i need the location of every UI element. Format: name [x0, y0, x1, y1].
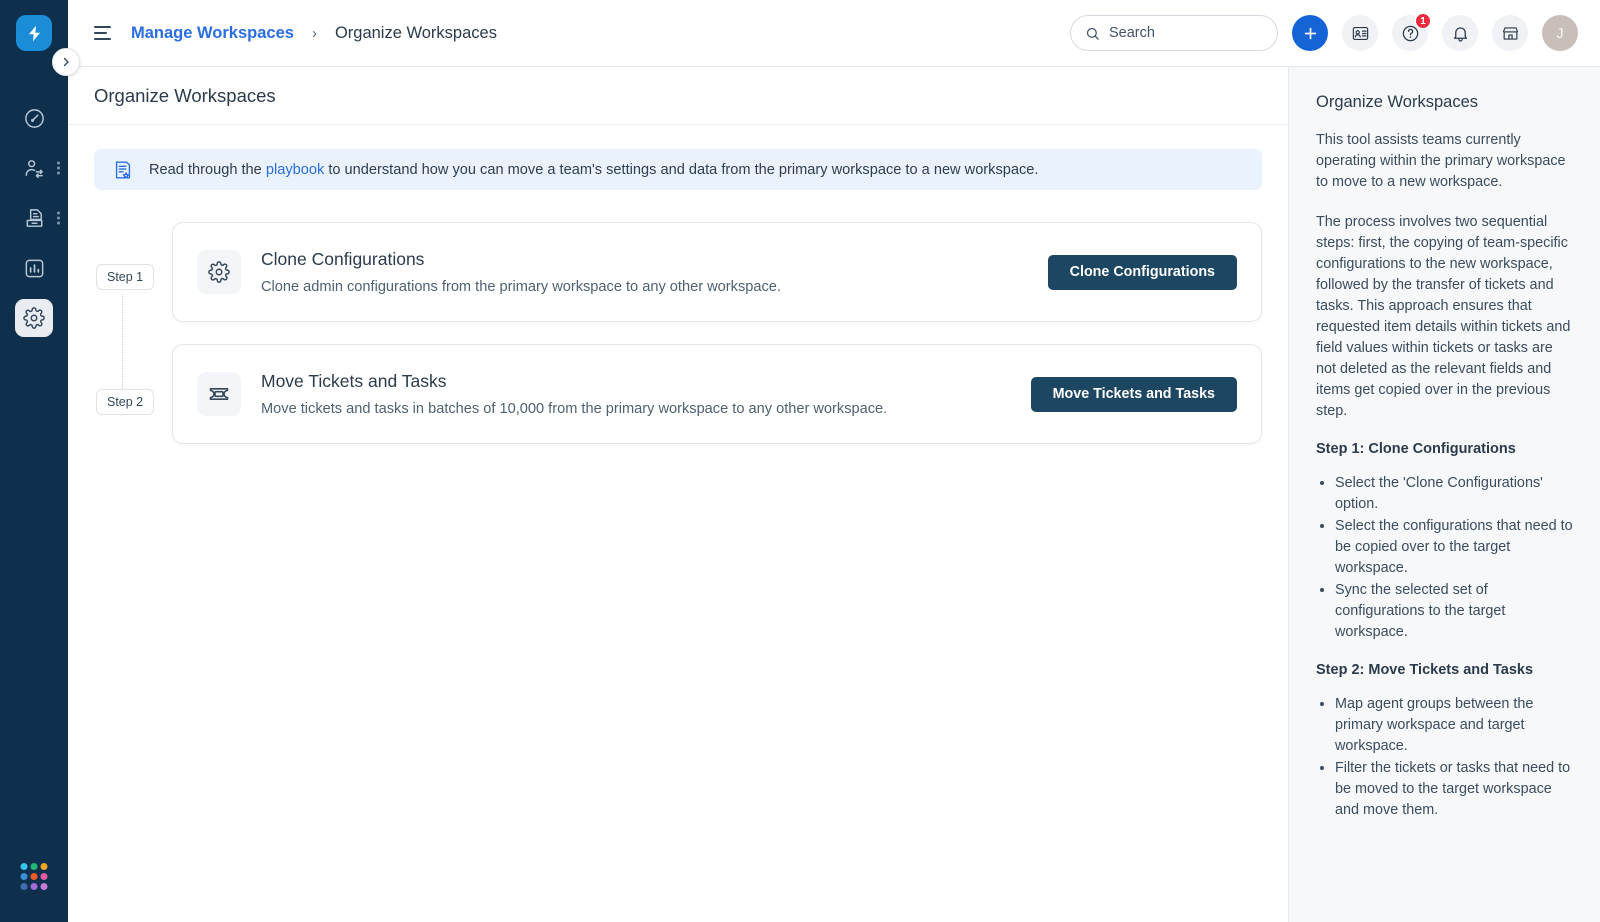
lightning-bolt-icon: [28, 25, 40, 41]
top-bar-actions: 1 J: [1070, 13, 1578, 51]
content-header: Organize Workspaces: [68, 67, 1288, 125]
plus-icon: [1304, 27, 1316, 39]
step-connector-line: [122, 294, 123, 391]
help-button[interactable]: 1: [1392, 13, 1431, 51]
clone-configurations-description: Clone admin configurations from the prim…: [261, 279, 781, 295]
playbook-banner-text: Read through the playbook to understand …: [149, 162, 1038, 178]
sidebar-item-agents[interactable]: [0, 143, 68, 193]
help-badge: 1: [1415, 13, 1431, 29]
step-badge-2: Step 2: [96, 389, 155, 415]
breadcrumb-current: Organize Workspaces: [334, 23, 497, 42]
clone-configurations-card-icon-box: [197, 250, 241, 294]
steps-section: Step 1 Step 2 Clone Configurations Clone…: [94, 222, 1262, 444]
add-new-button[interactable]: [1292, 15, 1328, 51]
move-tickets-button[interactable]: Move Tickets and Tasks: [1030, 376, 1237, 412]
help-step1-heading: Step 1: Clone Configurations: [1316, 441, 1516, 457]
sidebar-item-dashboard[interactable]: [0, 93, 68, 143]
playbook-banner: Read through the playbook to understand …: [94, 149, 1262, 190]
clone-configurations-title: Clone Configurations: [261, 249, 425, 269]
help-step2-bullets: Map agent groups between the primary wor…: [1316, 694, 1573, 821]
contacts-button[interactable]: [1342, 15, 1378, 51]
sidebar-item-documents[interactable]: [0, 193, 68, 243]
step-rail: Step 1 Step 2: [94, 222, 172, 444]
ticket-icon: [209, 388, 229, 400]
left-nav-rail: [0, 0, 80, 922]
sidebar-item-agents-menu[interactable]: [57, 161, 60, 175]
app-root: Manage Workspaces › Organize Workspaces: [0, 0, 1600, 922]
gear-icon: [208, 261, 230, 283]
step-badge-1: Step 1: [96, 264, 155, 290]
agent-switch-icon: [25, 159, 43, 178]
main-column: Manage Workspaces › Organize Workspaces: [68, 0, 1600, 922]
move-tickets-title: Move Tickets and Tasks: [261, 371, 447, 391]
app-grid-icon[interactable]: [20, 863, 48, 890]
store-icon: [1502, 26, 1518, 40]
move-tickets-card-body: Move Tickets and Tasks Move tickets and …: [261, 371, 1031, 417]
playbook-link[interactable]: playbook: [266, 162, 324, 178]
notifications-button[interactable]: [1442, 15, 1478, 51]
page-title: Organize Workspaces: [94, 84, 276, 106]
hamburger-menu-icon[interactable]: [94, 26, 111, 40]
bar-chart-icon: [25, 259, 43, 277]
gear-icon: [23, 307, 45, 329]
body-split: Organize Workspaces Read through the pla…: [68, 67, 1600, 922]
document-archive-icon: [26, 208, 42, 227]
avatar-initial: J: [1556, 25, 1564, 41]
list-item: Select the 'Clone Configurations' option…: [1335, 473, 1573, 515]
sidebar-item-analytics[interactable]: [0, 243, 68, 293]
bell-icon: [1453, 26, 1467, 42]
list-item: Sync the selected set of configurations …: [1335, 580, 1573, 643]
help-panel-title: Organize Workspaces: [1316, 93, 1479, 111]
rail-item-list: [0, 93, 68, 343]
clone-configurations-card-body: Clone Configurations Clone admin configu…: [261, 249, 1048, 295]
move-tickets-description: Move tickets and tasks in batches of 10,…: [261, 401, 888, 417]
list-item: Select the configurations that need to b…: [1335, 516, 1573, 579]
move-tickets-card: Move Tickets and Tasks Move tickets and …: [172, 344, 1262, 444]
help-step1-bullets: Select the 'Clone Configurations' option…: [1316, 473, 1573, 643]
content-area: Organize Workspaces Read through the pla…: [68, 67, 1288, 922]
search-input[interactable]: [1109, 25, 1259, 41]
top-bar: Manage Workspaces › Organize Workspaces: [68, 0, 1600, 67]
sidebar-collapse-toggle[interactable]: [52, 48, 80, 76]
clone-configurations-button[interactable]: Clone Configurations: [1047, 254, 1237, 290]
app-logo[interactable]: [16, 15, 52, 51]
sidebar-item-documents-menu[interactable]: [57, 211, 60, 225]
breadcrumb-separator-icon: ›: [311, 24, 317, 42]
help-step2-heading: Step 2: Move Tickets and Tasks: [1316, 662, 1534, 678]
move-tickets-card-icon-box: [197, 372, 241, 416]
list-item: Map agent groups between the primary wor…: [1335, 694, 1573, 757]
help-paragraph-1: This tool assists teams currently operat…: [1316, 132, 1566, 190]
breadcrumb-parent-link[interactable]: Manage Workspaces: [131, 24, 294, 43]
list-item: Filter the tickets or tasks that need to…: [1335, 758, 1573, 821]
contact-card-icon: [1352, 26, 1368, 40]
banner-text-before: Read through the: [149, 161, 262, 178]
search-box[interactable]: [1070, 15, 1278, 51]
avatar[interactable]: J: [1542, 15, 1578, 51]
content-scroll: Read through the playbook to understand …: [68, 125, 1288, 922]
help-panel: Organize Workspaces This tool assists te…: [1288, 67, 1600, 922]
clone-configurations-card: Clone Configurations Clone admin configu…: [172, 222, 1262, 322]
dashboard-speedometer-icon: [24, 108, 44, 128]
marketplace-button[interactable]: [1492, 15, 1528, 51]
search-icon: [1086, 27, 1099, 40]
playbook-document-icon: [115, 161, 131, 178]
help-paragraph-2: The process involves two sequential step…: [1316, 214, 1571, 419]
sidebar-item-settings[interactable]: [0, 293, 68, 343]
chevron-right-icon: [63, 57, 69, 67]
banner-text-after: to understand how you can move a team's …: [328, 161, 1039, 178]
